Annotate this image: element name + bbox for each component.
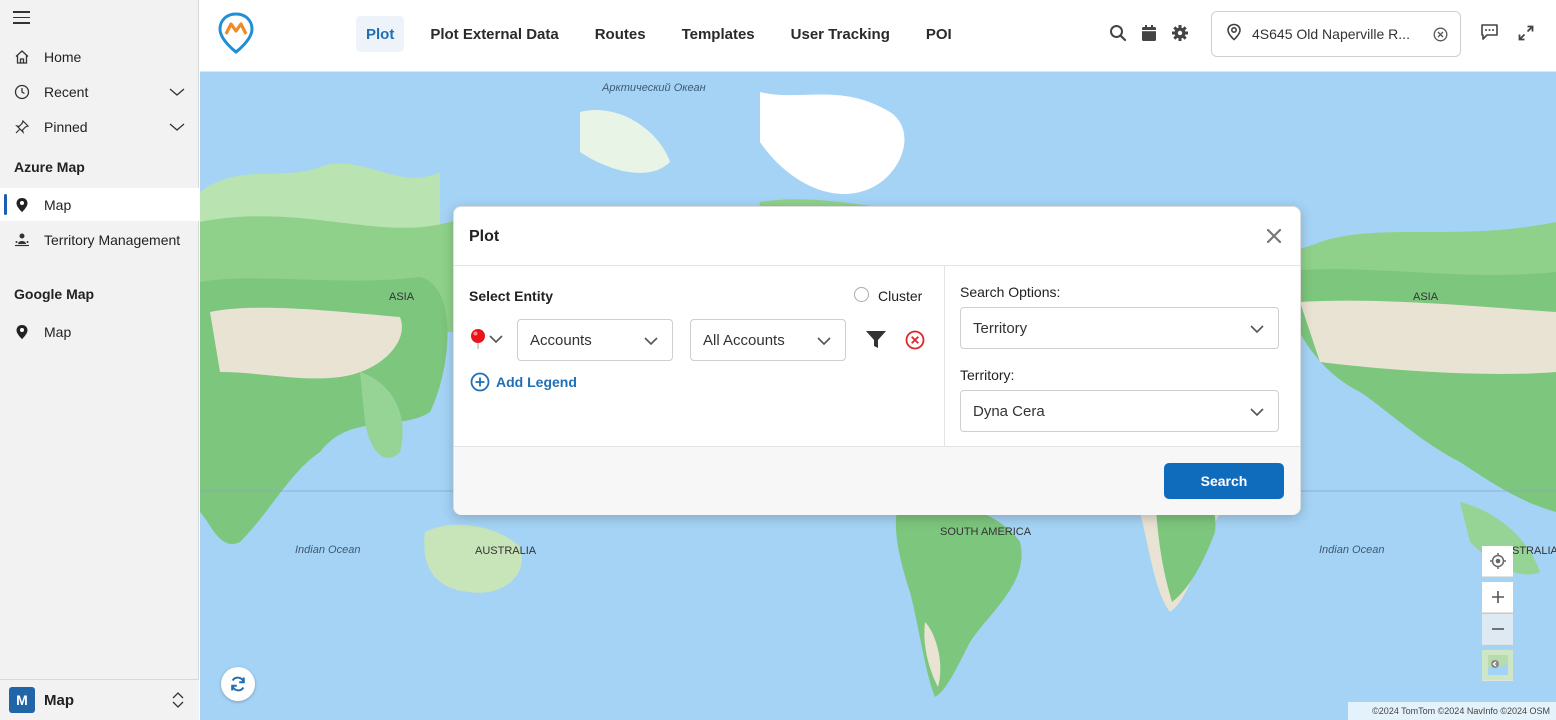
map-label-south-america: SOUTH AMERICA [940,526,1032,538]
dialog-body: Select Entity Cluster Accounts All Accou… [454,266,1300,447]
zoom-out-button[interactable] [1482,614,1513,645]
territory-label: Territory: [960,367,1015,383]
main-tabs: Plot Plot External Data Routes Templates… [356,16,978,52]
add-legend-label: Add Legend [496,374,577,390]
search-button[interactable]: Search [1164,463,1284,499]
sidebar-item-pinned[interactable]: Pinned [0,110,199,143]
refresh-icon [231,676,245,692]
search-options-label: Search Options: [960,284,1061,300]
dialog-title: Plot [469,228,500,245]
app-name: Map [44,691,74,709]
search-options-select[interactable]: Territory [960,307,1279,349]
plus-icon [1491,591,1504,603]
zoom-in-button[interactable] [1482,582,1513,613]
search-options-value: Territory [973,319,1028,337]
address-text: 4S645 Old Naperville R... [1252,26,1410,42]
dialog-header: Plot [454,207,1300,266]
map-style-icon [1487,655,1508,675]
map-label-australia: AUSTRALIA [475,545,537,557]
calendar-icon[interactable] [1141,24,1157,47]
sidebar: Home Recent Pinned Azure Map Map Territo… [0,0,199,720]
app-logo-icon[interactable] [218,12,254,54]
territory-select[interactable]: Dyna Cera [960,390,1279,432]
map-marker-icon [0,324,44,340]
crosshair-icon [1489,553,1506,569]
map-label-asia: ASIA [389,291,415,303]
expand-icon[interactable] [1518,25,1534,46]
view-select-value: All Accounts [703,331,785,349]
location-pin-icon [1226,23,1242,46]
sidebar-item-label: Pinned [44,118,88,135]
chevron-down-icon [644,334,658,352]
red-marker-icon [471,329,485,349]
clear-address-icon[interactable] [1433,27,1448,47]
chevron-down-icon[interactable] [169,119,185,138]
map-label-indian-ocean: Indian Ocean [1319,544,1385,556]
sidebar-item-azure-map[interactable]: Map [0,188,199,221]
chevron-down-icon [489,335,503,344]
sidebar-item-label: Home [44,48,82,65]
map-marker-icon [0,197,44,213]
tab-routes[interactable]: Routes [585,16,656,52]
chevron-down-icon[interactable] [169,84,185,103]
cluster-radio[interactable] [854,287,869,302]
app-switcher[interactable]: M Map [0,679,199,720]
refresh-button[interactable] [221,667,255,701]
map-label-indian-ocean: Indian Ocean [295,544,361,556]
sidebar-item-label: Recent [44,83,89,100]
tab-poi[interactable]: POI [916,16,962,52]
sidebar-item-label: Map [44,196,72,213]
close-icon[interactable] [1266,228,1282,249]
filter-icon[interactable] [865,330,887,355]
home-icon [0,49,44,65]
sidebar-item-recent[interactable]: Recent [0,75,199,108]
entity-select[interactable]: Accounts [517,319,673,361]
address-search-box[interactable]: 4S645 Old Naperville R... [1211,11,1461,57]
entity-select-value: Accounts [530,331,592,349]
entity-selection-panel: Select Entity Cluster Accounts All Accou… [454,266,945,447]
sidebar-item-google-map[interactable]: Map [0,315,199,348]
plot-dialog: Plot Select Entity Cluster Accounts All … [453,206,1301,515]
territory-value: Dyna Cera [973,402,1045,420]
map-attribution: ©2024 TomTom ©2024 NavInfo ©2024 OSM [1348,702,1556,720]
my-location-button[interactable] [1482,546,1513,577]
tab-plot[interactable]: Plot [356,16,405,52]
clock-icon [0,84,44,100]
hamburger-menu-icon[interactable] [13,11,30,25]
chevron-down-icon [1250,322,1264,340]
sidebar-item-home[interactable]: Home [0,40,199,73]
territory-icon [0,232,44,248]
tab-templates[interactable]: Templates [672,16,765,52]
pin-icon [0,119,44,135]
section-title-azure-map: Azure Map [14,159,85,175]
chevron-up-down-icon[interactable] [171,691,185,714]
search-icon[interactable] [1109,24,1127,47]
top-bar: Plot Plot External Data Routes Templates… [200,0,1556,72]
tab-plot-external-data[interactable]: Plot External Data [420,16,568,52]
chevron-down-icon [1250,405,1264,423]
sidebar-item-label: Map [44,323,72,340]
map-style-button[interactable] [1482,650,1513,681]
app-badge: M [9,687,35,713]
map-label-australia: STRALIA [1512,545,1556,557]
sidebar-item-territory-management[interactable]: Territory Management [0,223,199,256]
plus-circle-icon [470,372,490,392]
section-title-google-map: Google Map [14,286,95,302]
sidebar-item-label: Territory Management [44,231,181,248]
map-label-arctic: Арктический Океан [602,82,706,94]
map-label-asia: ASIA [1413,291,1439,303]
marker-color-picker[interactable] [469,328,503,350]
remove-entity-icon[interactable] [905,330,925,355]
chat-icon[interactable] [1480,23,1499,46]
chevron-down-icon [817,334,831,352]
dialog-footer: Search [454,447,1300,515]
select-entity-label: Select Entity [469,288,554,304]
view-select[interactable]: All Accounts [690,319,846,361]
minus-icon [1491,628,1504,630]
gear-icon[interactable] [1171,24,1189,47]
tab-user-tracking[interactable]: User Tracking [781,16,900,52]
add-legend-button[interactable]: Add Legend [470,372,577,392]
cluster-label: Cluster [878,288,923,304]
